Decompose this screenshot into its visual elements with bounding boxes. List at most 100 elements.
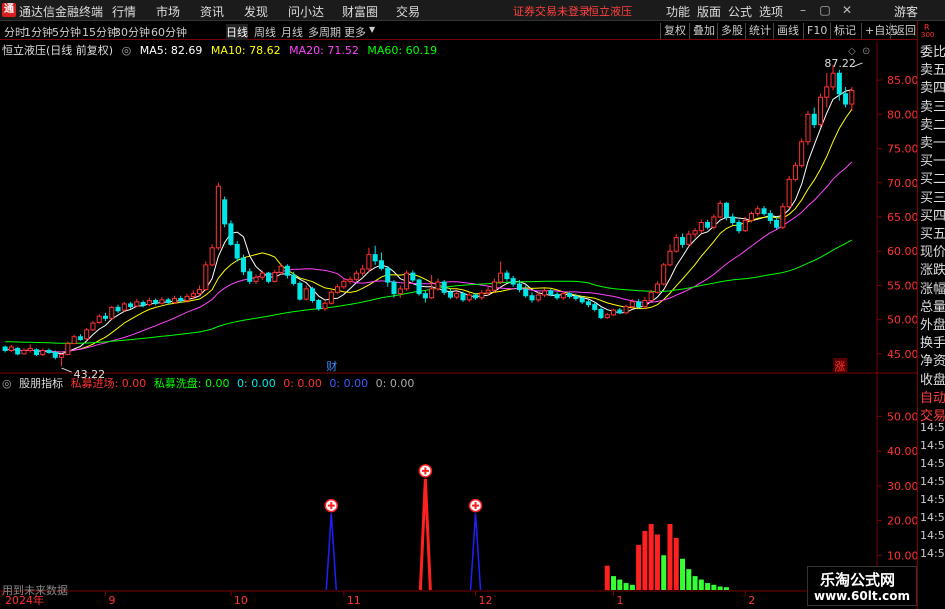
candle: [33, 349, 40, 356]
menu-gongshi[interactable]: 公式: [728, 3, 752, 20]
high-price-label: 87.22: [824, 57, 856, 70]
menu-gongneng[interactable]: 功能: [666, 3, 690, 20]
candle: [523, 289, 529, 297]
candle: [742, 219, 748, 232]
candle: [146, 300, 152, 306]
app-logo-icon: 通: [2, 3, 16, 17]
candle: [510, 278, 516, 285]
candle: [755, 208, 761, 215]
candle: [335, 286, 341, 293]
candle: [109, 306, 115, 319]
candle: [215, 185, 221, 249]
indicator-red-bar: [673, 537, 679, 590]
panel-label-18: 收盘: [920, 372, 945, 388]
close-icon[interactable]: ✕: [838, 2, 856, 18]
candle: [284, 265, 290, 276]
maximize-icon[interactable]: ▢: [816, 2, 834, 18]
candle: [799, 141, 805, 167]
indicator-green-bar: [717, 586, 723, 590]
candle: [686, 233, 692, 245]
menu-xuanxiang[interactable]: 选项: [759, 3, 783, 20]
price-tick-label: 70.00: [887, 177, 917, 190]
indicator-green-bar: [723, 587, 729, 590]
candle: [805, 113, 811, 143]
candle: [824, 86, 830, 98]
menu-shichang[interactable]: 市场: [156, 3, 180, 20]
menu-hangqing[interactable]: 行情: [112, 3, 136, 20]
chart-area[interactable]: 43.22 87.22 财 涨 45.00 50.00 55.00 60.00 65.00 70…: [0, 21, 917, 609]
candle: [385, 267, 391, 283]
menu-wenxiaoda[interactable]: 问小达: [288, 3, 324, 20]
candle: [341, 280, 347, 288]
panel-label-13: 涨幅: [920, 281, 945, 297]
menu-zixun[interactable]: 资讯: [200, 3, 224, 20]
panel-label-19[interactable]: 自动: [920, 387, 945, 406]
candle: [604, 314, 610, 319]
candle: [366, 254, 372, 270]
menu-jiaoyi[interactable]: 交易: [396, 3, 420, 20]
candle: [197, 289, 203, 295]
watermark: 乐淘公式网 www.60lt.com: [807, 566, 917, 606]
candle: [479, 292, 485, 299]
user-guest[interactable]: 游客: [894, 3, 918, 20]
candle: [454, 293, 460, 298]
candle: [441, 281, 447, 293]
candle: [648, 291, 654, 302]
panel-code: 300: [921, 31, 935, 39]
panel-label-8: 买三: [920, 190, 945, 206]
candle: [780, 206, 786, 228]
menu-caifuquan[interactable]: 财富圈: [342, 3, 378, 20]
low-price-label: 43.22: [74, 368, 106, 381]
panel-label-1: 卖五: [920, 63, 945, 79]
candle: [774, 219, 780, 228]
candle: [209, 247, 215, 266]
candle: [811, 113, 817, 126]
login-status[interactable]: 证券交易未登录: [513, 3, 590, 19]
price-tick-label: 55.00: [887, 279, 917, 292]
indicator-green-bar: [623, 583, 629, 590]
candle: [817, 96, 824, 126]
panel-label-4: 卖二: [920, 117, 945, 133]
candle: [228, 223, 234, 245]
current-stock-name: 恒立液压: [588, 5, 632, 18]
indicator-tick-label: 20.00: [887, 515, 917, 528]
price-tick-label: 50.00: [887, 314, 917, 327]
candle: [422, 293, 428, 299]
candle: [654, 283, 660, 293]
time-tick-label: 10: [234, 594, 248, 607]
event-marker: 财: [326, 359, 337, 373]
candle: [679, 237, 686, 245]
minimize-icon[interactable]: –: [794, 2, 812, 18]
candle: [27, 347, 33, 351]
candle: [629, 301, 635, 308]
candle: [717, 202, 723, 218]
menu-banmian[interactable]: 版面: [697, 3, 721, 20]
indicator-green-bar: [611, 576, 617, 590]
candle: [748, 213, 755, 221]
ma-line-ma20: [4, 161, 853, 353]
candle: [247, 271, 253, 282]
panel-label-0: 委比: [920, 45, 945, 60]
candle: [52, 352, 58, 358]
candle: [466, 294, 472, 301]
candle: [416, 279, 422, 295]
candle: [59, 354, 65, 358]
candle: [77, 336, 83, 341]
candle: [410, 272, 416, 281]
ma-line-ma60: [5, 239, 853, 344]
menu-faxian[interactable]: 发现: [244, 3, 268, 20]
candle: [165, 299, 171, 304]
candle: [529, 295, 535, 301]
time-tick-label: 12: [479, 594, 493, 607]
candle: [322, 302, 328, 310]
candle: [328, 291, 334, 304]
indicator-green-bar: [680, 558, 686, 590]
indicator-green-bar: [705, 583, 711, 590]
candle: [266, 272, 272, 282]
panel-label-10: 买五: [920, 227, 945, 242]
price-tick-label: 60.00: [887, 245, 917, 258]
price-tick-label: 75.00: [887, 143, 917, 156]
candle: [730, 216, 736, 223]
candle: [830, 72, 836, 88]
candle: [222, 199, 228, 225]
